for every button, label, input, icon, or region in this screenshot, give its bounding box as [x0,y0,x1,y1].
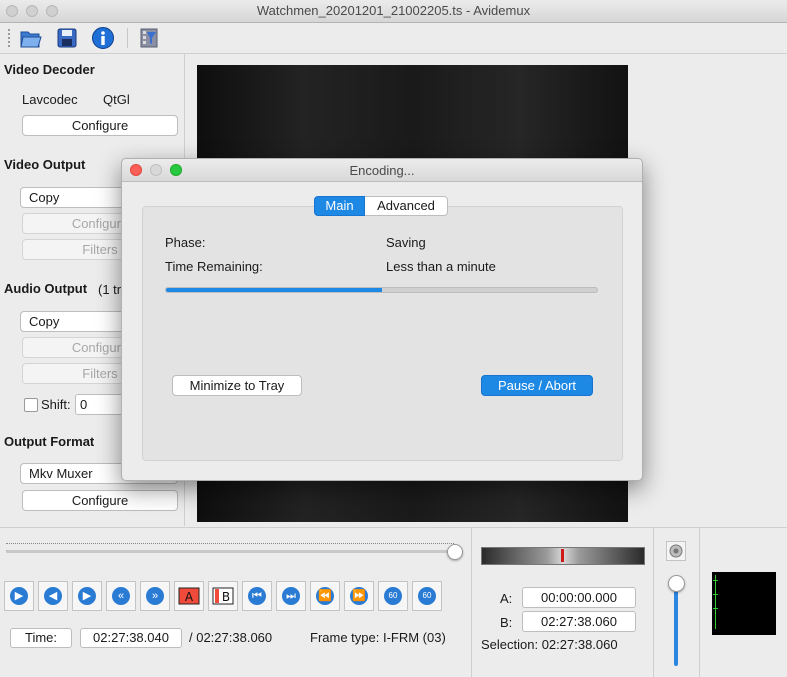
audio-tracks-label: (1 tr [98,282,122,297]
play-button[interactable]: ▶ [4,581,34,611]
video-decoder-heading: Video Decoder [4,62,95,77]
previous-keyframe-button[interactable]: « [106,581,136,611]
window-title: Watchmen_20201201_21002205.ts - Avidemux [256,3,531,18]
toolbar-grip [8,29,12,47]
save-icon[interactable] [54,25,80,51]
marker-a-label: A: [500,591,513,606]
seek-track[interactable] [6,550,454,553]
frame-type: Frame type: I-FRM (03) [310,630,446,645]
qtgl-label: QtGl [103,92,130,107]
back-60s-button[interactable]: 60 [378,581,408,611]
time-button[interactable]: Time: [10,628,72,648]
time-remaining-label: Time Remaining: [165,259,263,274]
decoder-configure-button[interactable]: Configure [22,115,178,136]
forward-60s-button[interactable]: 60 [412,581,442,611]
previous-frame-button[interactable]: ◀ [38,581,68,611]
phase-label: Phase: [165,235,206,250]
seek-handle[interactable] [447,544,463,560]
shift-label: Shift: [41,397,71,412]
tab-advanced[interactable]: Advanced [365,196,448,216]
output-format-heading: Output Format [4,434,95,449]
divider-2 [653,528,654,677]
audio-output-heading: Audio Output [4,281,88,296]
playback-controls: ▶ ◀ ▶ « » A B ⏮ ⏭ ⏪ ⏩ 60 60 Time: 02:27:… [0,527,787,677]
divider [471,528,472,677]
set-marker-a-button[interactable]: A [174,581,204,611]
time-remaining-value: Less than a minute [386,259,496,274]
muxer-configure-button[interactable]: Configure [22,490,178,511]
go-to-marker-b-button[interactable]: ⏭ [276,581,306,611]
dialog-title-bar: Encoding... [122,159,642,182]
lavcodec-label: Lavcodec [22,92,78,107]
set-marker-b-button[interactable]: B [208,581,238,611]
filter-icon[interactable] [136,25,162,51]
next-keyframe-button[interactable]: » [140,581,170,611]
volume-track[interactable] [674,588,678,666]
current-time-input[interactable]: 02:27:38.040 [80,628,182,648]
encoding-dialog: Encoding... Main Advanced Phase: Saving … [121,158,643,481]
svg-text:A: A [185,590,194,604]
speaker-icon[interactable] [666,541,686,561]
previous-black-frame-button[interactable]: ⏪ [310,581,340,611]
progress-bar [165,287,598,293]
marker-a-input[interactable]: 00:00:00.000 [522,587,636,608]
open-icon[interactable] [18,25,44,51]
volume-handle[interactable] [668,575,685,592]
marker-b-label: B: [500,615,513,630]
minimize-to-tray-button[interactable]: Minimize to Tray [172,375,302,396]
phase-value: Saving [386,235,426,250]
video-output-heading: Video Output [4,157,86,172]
title-bar: Watchmen_20201201_21002205.ts - Avidemux [0,0,787,23]
shift-checkbox[interactable] [24,398,38,412]
pause-abort-button[interactable]: Pause / Abort [481,375,593,396]
divider-3 [699,528,700,677]
total-time: / 02:27:38.060 [189,630,273,645]
selection-duration: Selection: 02:27:38.060 [481,637,618,652]
audio-meter [712,572,776,635]
dialog-title: Encoding... [349,163,415,178]
info-icon[interactable] [90,25,116,51]
dialog-content [142,206,623,461]
go-to-marker-a-button[interactable]: ⏮ [242,581,272,611]
next-black-frame-button[interactable]: ⏩ [344,581,374,611]
tab-main[interactable]: Main [314,196,365,216]
progress-fill [166,288,382,292]
toolbar-separator [127,28,128,48]
marker-b-input[interactable]: 02:27:38.060 [522,611,636,632]
svg-text:B: B [222,590,230,604]
next-frame-button[interactable]: ▶ [72,581,102,611]
jog-shuttle[interactable] [481,547,645,565]
toolbar [0,23,787,54]
